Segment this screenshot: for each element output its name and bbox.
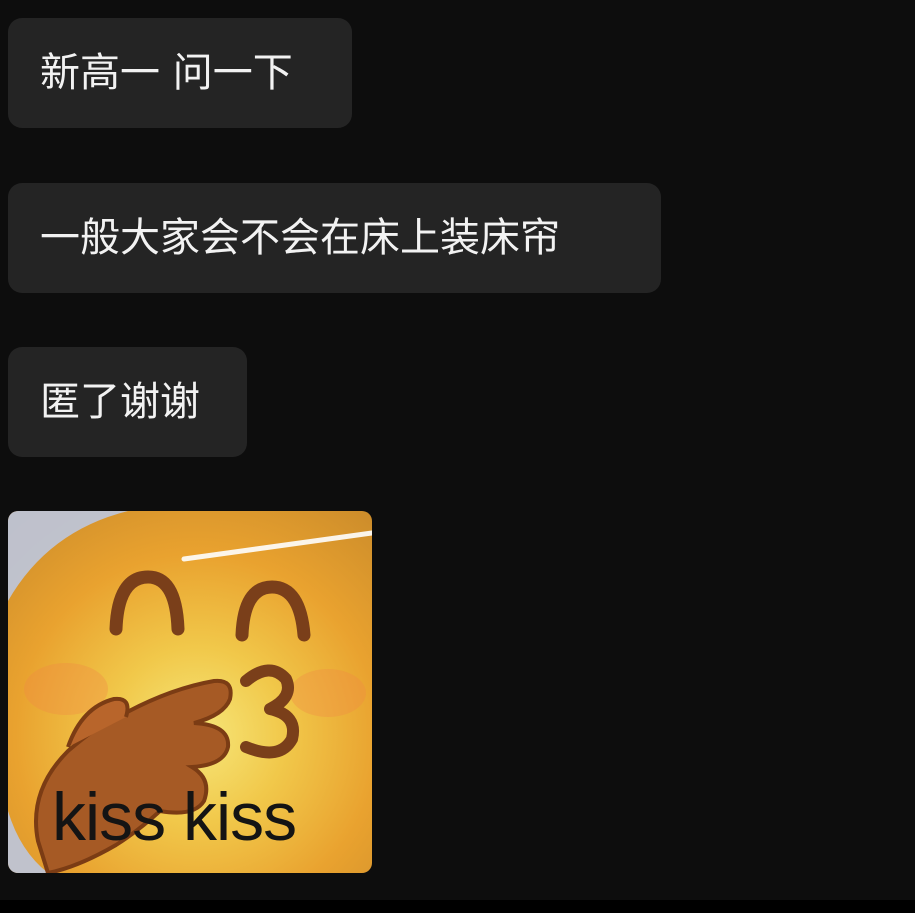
- message-text: 匿了谢谢: [40, 379, 200, 425]
- message-text: 一般大家会不会在床上装床帘: [40, 215, 560, 261]
- message-text: 新高一 问一下: [40, 50, 293, 96]
- message-bubble[interactable]: 新高一 问一下: [8, 18, 352, 128]
- bottom-edge: [0, 900, 915, 913]
- message-bubble[interactable]: 一般大家会不会在床上装床帘: [8, 183, 661, 293]
- kiss-sticker[interactable]: kiss kiss: [8, 511, 372, 873]
- sticker-caption: kiss kiss: [52, 779, 297, 855]
- chat-thread: 新高一 问一下 一般大家会不会在床上装床帘 匿了谢谢 kiss kiss: [0, 0, 915, 913]
- message-bubble[interactable]: 匿了谢谢: [8, 347, 247, 457]
